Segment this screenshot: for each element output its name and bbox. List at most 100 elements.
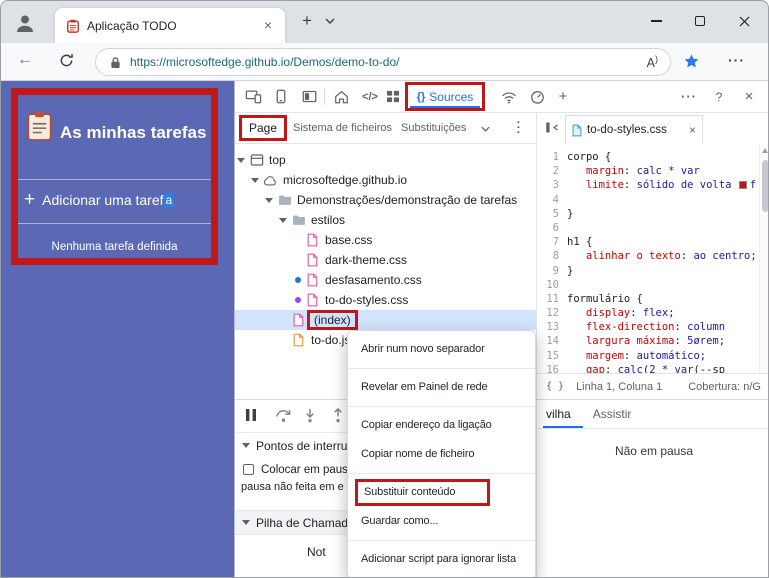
favorites-button[interactable] xyxy=(683,53,700,70)
tree-item-label: Demonstrações/demonstração de tarefas xyxy=(297,193,517,207)
debugger-tabs: vilha Assistir xyxy=(538,400,769,429)
code-line: 11formulário { xyxy=(537,292,769,306)
code-line: 2 margin: calc * var xyxy=(537,164,769,178)
editor-tab-close-icon[interactable]: × xyxy=(689,123,696,137)
context-menu-item[interactable]: Substituir conteúdo xyxy=(348,478,535,507)
add-task-button[interactable]: + Adicionar uma tarefa xyxy=(24,189,174,211)
menu-separator xyxy=(348,368,535,369)
tree-item[interactable]: estilos xyxy=(235,210,536,230)
context-menu-item[interactable]: Adicionar script para ignorar lista xyxy=(348,545,535,574)
scroll-up-icon[interactable] xyxy=(762,148,768,153)
address-bar[interactable]: https://microsoftedge.github.io/Demos/de… xyxy=(95,48,671,76)
refresh-button[interactable] xyxy=(59,53,74,68)
context-menu-item[interactable]: Copiar nome de ficheiro xyxy=(348,440,535,469)
refresh-icon xyxy=(59,53,74,68)
close-devtools-button[interactable]: × xyxy=(737,81,761,112)
tab-list-chevron-icon[interactable] xyxy=(325,18,335,24)
home-tab-button[interactable] xyxy=(329,81,353,112)
back-button[interactable]: ← xyxy=(17,51,33,69)
close-window-button[interactable] xyxy=(722,1,766,41)
pause-button[interactable] xyxy=(245,408,257,422)
tab-filesystem[interactable]: Sistema de ficheiros xyxy=(293,122,392,134)
step-out-icon xyxy=(331,408,345,423)
divider xyxy=(18,223,211,224)
expander-triangle-icon[interactable] xyxy=(279,218,287,223)
home-icon xyxy=(334,90,349,104)
annotation-box-page: Page xyxy=(239,115,287,141)
minimize-button[interactable] xyxy=(634,1,678,41)
help-button[interactable]: ? xyxy=(707,81,731,112)
tree-item[interactable]: Demonstrações/demonstração de tarefas xyxy=(235,190,536,210)
tree-item[interactable]: desfasamento.css xyxy=(235,270,536,290)
expander-triangle-icon[interactable] xyxy=(265,198,273,203)
panel-toggle-icon xyxy=(545,121,560,134)
context-menu-item[interactable]: Guardar como... xyxy=(348,507,535,536)
expander-triangle-icon[interactable] xyxy=(251,178,259,183)
device-toolbar-button[interactable] xyxy=(269,81,293,112)
tab-watch[interactable]: Assistir xyxy=(593,407,632,421)
navigator-toggle-button[interactable] xyxy=(545,121,560,134)
line-number: 11 xyxy=(537,292,567,306)
step-out-button[interactable] xyxy=(331,408,345,423)
tree-item[interactable]: (index) xyxy=(235,310,536,330)
tree-item[interactable]: dark-theme.css xyxy=(235,250,536,270)
code-editor[interactable]: 1corpo {2 margin: calc * var3 limite: só… xyxy=(537,144,769,373)
css-file-icon xyxy=(305,293,320,307)
new-tab-button[interactable]: + xyxy=(297,11,317,31)
context-menu-item[interactable]: Abrir num novo separador xyxy=(348,335,535,364)
performance-button[interactable] xyxy=(525,81,549,112)
browser-menu-button[interactable]: ··· xyxy=(728,52,745,68)
scrollbar-thumb[interactable] xyxy=(762,160,769,212)
tree-item-label: dark-theme.css xyxy=(325,253,407,267)
line-number: 13 xyxy=(537,320,567,334)
tab-sources[interactable]: Sources xyxy=(429,90,473,104)
dock-side-button[interactable] xyxy=(297,81,321,112)
step-into-button[interactable] xyxy=(303,408,317,423)
css-file-icon xyxy=(305,273,320,287)
tree-item-label: estilos xyxy=(311,213,345,227)
inspect-device-button[interactable] xyxy=(241,81,265,112)
tab-page[interactable]: Page xyxy=(249,121,277,135)
coverage-status[interactable]: Cobertura: n/G xyxy=(688,381,761,393)
plus-icon: + xyxy=(24,189,35,211)
expander-triangle-icon[interactable] xyxy=(237,158,245,163)
editor-tab[interactable]: to-do-styles.css × xyxy=(565,115,703,144)
more-tools-button[interactable]: + xyxy=(551,81,575,112)
code-line: 13 flex-direction: column xyxy=(537,320,769,334)
network-conditions-button[interactable] xyxy=(497,81,521,112)
format-button[interactable]: { } xyxy=(546,381,564,392)
checkbox-unchecked-icon[interactable] xyxy=(243,464,254,475)
tree-item[interactable]: to-do-styles.css xyxy=(235,290,536,310)
debugger-detail-pane: vilha Assistir Não em pausa xyxy=(538,400,769,578)
lock-icon xyxy=(110,56,121,69)
read-aloud-button[interactable]: A) xyxy=(647,54,658,70)
add-task-label: Adicionar uma taref xyxy=(42,192,163,208)
maximize-button[interactable] xyxy=(678,1,722,41)
tab-close-icon[interactable]: × xyxy=(259,17,277,35)
tree-item[interactable]: microsoftedge.github.io xyxy=(235,170,536,190)
context-menu-item[interactable]: Copiar endereço da ligação xyxy=(348,411,535,440)
pause-icon xyxy=(245,408,257,422)
browser-tab[interactable]: Aplicação TODO × xyxy=(55,8,285,43)
context-menu-item[interactable]: Revelar em Painel de rede xyxy=(348,373,535,402)
profile-button[interactable] xyxy=(11,9,39,37)
clipboard-icon xyxy=(26,111,53,142)
tab-overrides[interactable]: Substituições xyxy=(401,122,466,134)
devtools-menu-button[interactable]: ··· xyxy=(675,81,703,112)
step-over-button[interactable] xyxy=(275,408,292,423)
editor-scrollbar[interactable] xyxy=(759,144,769,373)
tab-scope[interactable]: vilha xyxy=(546,407,571,421)
console-tab-button[interactable] xyxy=(381,81,405,112)
code-line: 15 margem: automático; xyxy=(537,349,769,363)
editor-status-bar: { } Linha 1, Coluna 1 Cobertura: n/G xyxy=(537,373,769,399)
paused-status: Não em pausa xyxy=(538,444,769,458)
tree-item[interactable]: top xyxy=(235,150,536,170)
url-text[interactable]: https://microsoftedge.github.io/Demos/de… xyxy=(130,55,647,69)
code-line: 1corpo { xyxy=(537,150,769,164)
chevron-down-icon[interactable] xyxy=(481,126,490,132)
star-icon xyxy=(683,53,700,70)
line-number: 2 xyxy=(537,164,567,178)
tree-item-label: (index) xyxy=(307,310,358,330)
kebab-menu-icon[interactable]: ··· xyxy=(512,121,526,136)
tree-item[interactable]: base.css xyxy=(235,230,536,250)
